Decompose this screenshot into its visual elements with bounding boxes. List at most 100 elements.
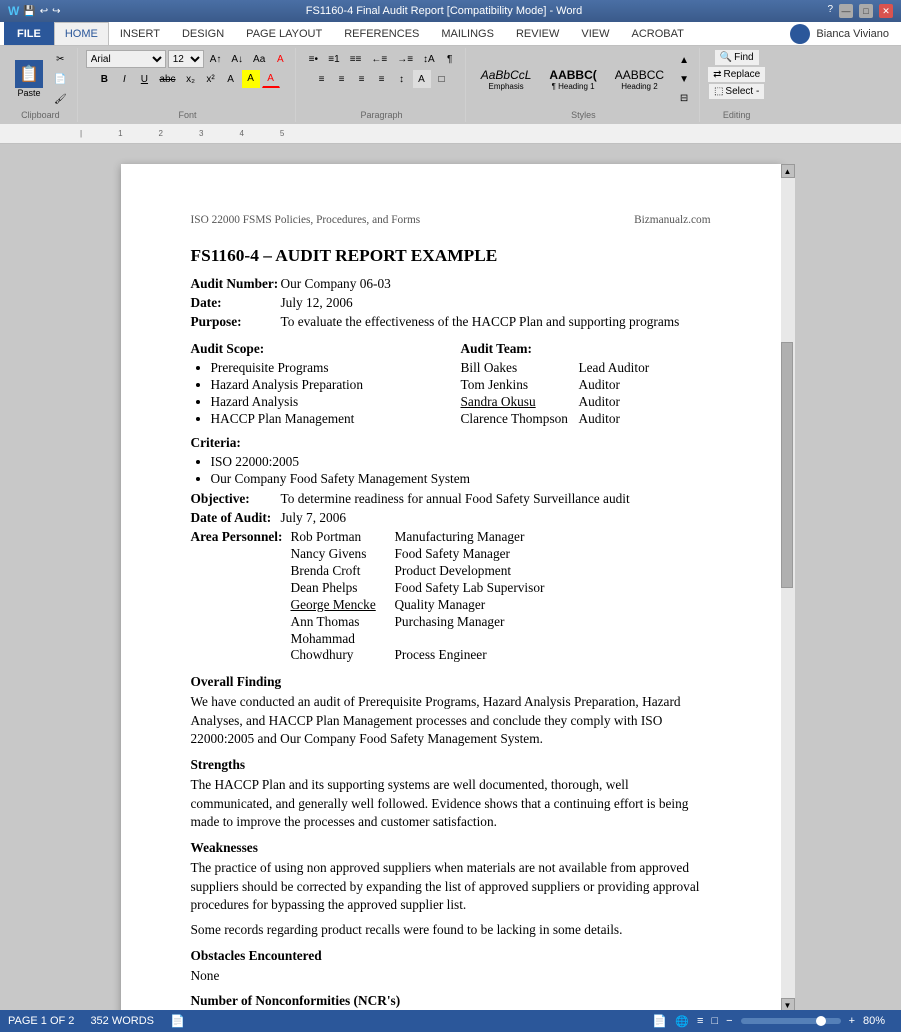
shading-btn[interactable]: A: [413, 70, 431, 88]
styles-scroll-down[interactable]: ▼: [675, 70, 693, 88]
scope-header: Audit Scope:: [191, 341, 441, 357]
vertical-scrollbar[interactable]: ▲ ▼: [781, 164, 795, 1012]
tab-acrobat[interactable]: ACROBAT: [620, 22, 694, 45]
personnel-1: Rob PortmanManufacturing Manager: [291, 529, 545, 545]
tab-design[interactable]: DESIGN: [171, 22, 235, 45]
font-content: Arial 12 A↑ A↓ Aa A B I U abc x₂ x² A A …: [86, 50, 290, 108]
paragraph-content: ≡• ≡1 ≡≡ ←≡ →≡ ↕A ¶ ≡ ≡ ≡ ≡ ↕ A □: [304, 50, 458, 108]
replace-icon: ⇄: [713, 69, 721, 80]
tab-insert[interactable]: INSERT: [109, 22, 171, 45]
date-label: Date:: [191, 295, 281, 311]
text-effect-btn[interactable]: A: [222, 70, 240, 88]
superscript-btn[interactable]: x²: [202, 70, 220, 88]
zoom-slider[interactable]: [741, 1018, 841, 1024]
scroll-thumb[interactable]: [781, 342, 793, 588]
close-btn[interactable]: ✕: [879, 4, 893, 18]
format-painter-button[interactable]: 🖌: [50, 90, 71, 108]
weaknesses-text2: Some records regarding product recalls w…: [191, 921, 711, 940]
font-size-select[interactable]: 12: [168, 50, 204, 68]
criteria-label-row: Criteria:: [191, 435, 711, 451]
strikethrough-btn[interactable]: abc: [155, 70, 179, 88]
zoom-thumb[interactable]: [816, 1016, 826, 1026]
find-icon: 🔍: [720, 52, 732, 63]
scroll-track[interactable]: [781, 178, 795, 998]
weaknesses-text1: The practice of using non approved suppl…: [191, 859, 711, 915]
sort-btn[interactable]: ↕A: [419, 50, 439, 68]
scroll-up-btn[interactable]: ▲: [781, 164, 795, 178]
cut-button[interactable]: ✂: [50, 50, 71, 68]
change-case-btn[interactable]: Aa: [249, 50, 269, 68]
strengths-text: The HACCP Plan and its supporting system…: [191, 776, 711, 832]
multilevel-btn[interactable]: ≡≡: [346, 50, 366, 68]
decrease-indent-btn[interactable]: ←≡: [367, 50, 391, 68]
objective-row: Objective: To determine readiness for an…: [191, 491, 711, 507]
clear-format-btn[interactable]: A: [271, 50, 289, 68]
style-emphasis[interactable]: AaBbCcL Emphasis: [474, 65, 539, 94]
audit-scope-col: Audit Scope: Prerequisite Programs Hazar…: [191, 333, 441, 431]
view-web-btn[interactable]: 🌐: [675, 1015, 689, 1028]
increase-indent-btn[interactable]: →≡: [393, 50, 417, 68]
tab-view[interactable]: VIEW: [570, 22, 620, 45]
border-btn[interactable]: □: [433, 70, 451, 88]
align-left-btn[interactable]: ≡: [313, 70, 331, 88]
editing-group: 🔍 Find ⇄ Replace ⬚ Select - Editing: [702, 48, 771, 122]
quick-access-save[interactable]: 💾: [23, 6, 35, 17]
zoom-in-btn[interactable]: +: [849, 1015, 855, 1027]
tab-mailings[interactable]: MAILINGS: [430, 22, 505, 45]
tab-page-layout[interactable]: PAGE LAYOUT: [235, 22, 333, 45]
view-draft-btn[interactable]: □: [711, 1015, 718, 1027]
style-heading1[interactable]: AABBC( ¶ Heading 1: [542, 65, 603, 94]
underline-button[interactable]: U: [135, 70, 153, 88]
status-right: 📄 🌐 ≡ □ − + 80%: [652, 1014, 893, 1028]
highlight-btn[interactable]: A: [242, 70, 260, 88]
proofing-icon[interactable]: 📄: [170, 1014, 185, 1028]
grow-font-btn[interactable]: A↑: [206, 50, 226, 68]
team-member-4: Clarence ThompsonAuditor: [461, 411, 711, 427]
font-name-select[interactable]: Arial: [86, 50, 166, 68]
scope-item-2: Hazard Analysis Preparation: [211, 377, 441, 393]
tab-references[interactable]: REFERENCES: [333, 22, 430, 45]
objective-value: To determine readiness for annual Food S…: [281, 491, 711, 507]
quick-access-undo[interactable]: ↩: [40, 6, 48, 17]
bold-button[interactable]: B: [95, 70, 113, 88]
quick-access-redo[interactable]: ↪: [52, 6, 60, 17]
view-outline-btn[interactable]: ≡: [697, 1015, 703, 1027]
show-marks-btn[interactable]: ¶: [441, 50, 459, 68]
styles-scroll-up[interactable]: ▲: [675, 51, 693, 69]
shrink-font-btn[interactable]: A↓: [227, 50, 247, 68]
minimize-btn[interactable]: —: [839, 4, 853, 18]
tab-file[interactable]: FILE: [4, 22, 54, 45]
select-button[interactable]: ⬚ Select -: [709, 84, 764, 99]
view-print-btn[interactable]: 📄: [652, 1014, 667, 1028]
font-color-btn[interactable]: A: [262, 70, 280, 88]
paste-button[interactable]: 📋 Paste: [10, 57, 48, 101]
copy-button[interactable]: 📄: [50, 70, 71, 88]
bullets-btn[interactable]: ≡•: [304, 50, 322, 68]
numbering-btn[interactable]: ≡1: [324, 50, 343, 68]
tab-home[interactable]: HOME: [54, 22, 109, 45]
clipboard-content: 📋 Paste ✂ 📄 🖌: [10, 50, 71, 108]
clipboard-group: 📋 Paste ✂ 📄 🖌 Clipboard: [4, 48, 78, 122]
subscript-btn[interactable]: x₂: [182, 70, 200, 88]
header-right: Bizmanualz.com: [634, 214, 710, 226]
align-center-btn[interactable]: ≡: [333, 70, 351, 88]
maximize-btn[interactable]: □: [859, 4, 873, 18]
zoom-out-btn[interactable]: −: [726, 1015, 732, 1027]
tab-review[interactable]: REVIEW: [505, 22, 570, 45]
editing-content: 🔍 Find ⇄ Replace ⬚ Select -: [708, 50, 765, 108]
replace-button[interactable]: ⇄ Replace: [708, 67, 765, 82]
help-btn[interactable]: ?: [827, 4, 833, 18]
scope-team-section: Audit Scope: Prerequisite Programs Hazar…: [191, 333, 711, 431]
word-count: 352 WORDS: [90, 1015, 154, 1027]
styles-group: AaBbCcL Emphasis AABBC( ¶ Heading 1 AABB…: [468, 48, 700, 122]
italic-button[interactable]: I: [115, 70, 133, 88]
paste-label: Paste: [17, 88, 40, 98]
find-button[interactable]: 🔍 Find: [715, 50, 759, 65]
line-spacing-btn[interactable]: ↕: [393, 70, 411, 88]
align-right-btn[interactable]: ≡: [353, 70, 371, 88]
style-heading2[interactable]: AABBCC Heading 2: [608, 65, 671, 94]
styles-expand[interactable]: ⊟: [675, 89, 693, 107]
justify-btn[interactable]: ≡: [373, 70, 391, 88]
date-audit-row: Date of Audit: July 7, 2006: [191, 510, 711, 526]
overall-finding-text: We have conducted an audit of Prerequisi…: [191, 693, 711, 749]
